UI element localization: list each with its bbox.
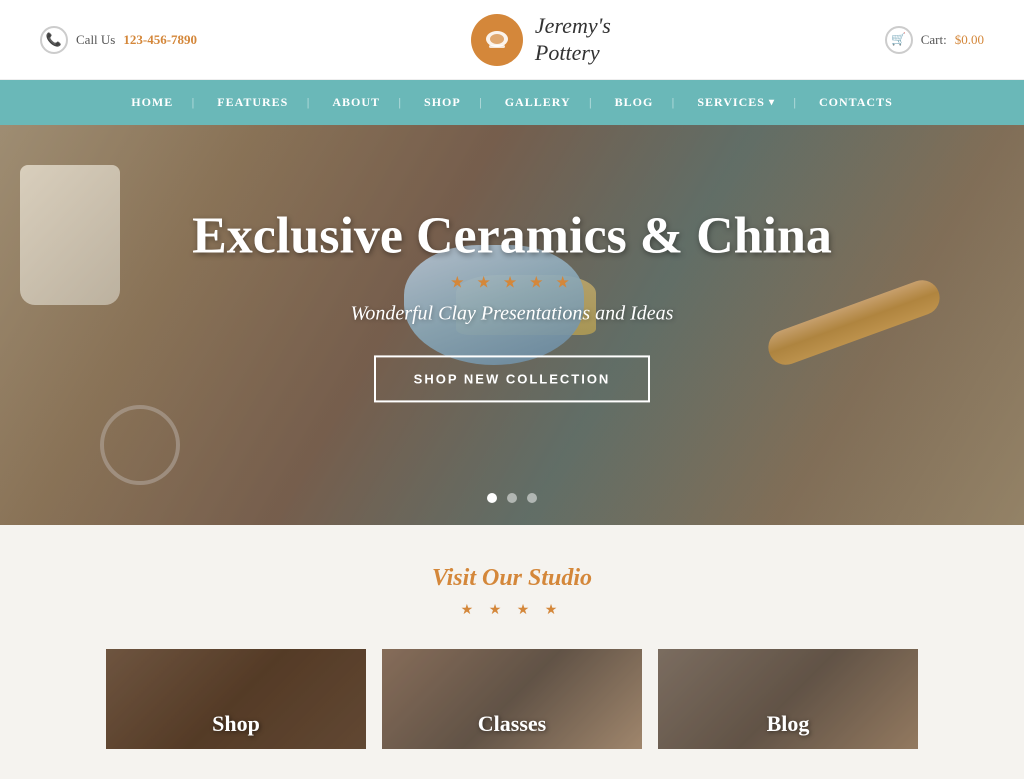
cart-icon: 🛒 xyxy=(885,26,913,54)
main-nav: HOME FEATURES ABOUT SHOP GALLERY BLOG SE… xyxy=(0,80,1024,125)
hero-subtitle: Wonderful Clay Presentations and Ideas xyxy=(187,303,837,326)
site-header: 📞 Call Us 123-456-7890 Jeremy's Pottery … xyxy=(0,0,1024,80)
nav-gallery[interactable]: GALLERY xyxy=(483,80,593,125)
hero-stars: ★ ★ ★ ★ ★ xyxy=(187,273,837,293)
hero-section: Exclusive Ceramics & China ★ ★ ★ ★ ★ Won… xyxy=(0,125,1024,525)
logo-icon xyxy=(471,14,523,66)
blog-card-label: Blog xyxy=(658,711,918,737)
studio-card-blog[interactable]: Blog xyxy=(658,649,918,749)
call-us-label: Call Us xyxy=(76,32,115,48)
nav-about[interactable]: ABOUT xyxy=(310,80,402,125)
chevron-down-icon: ▾ xyxy=(769,97,775,108)
carousel-dot-3[interactable] xyxy=(527,493,537,503)
nav-services[interactable]: SERVICES ▾ xyxy=(675,80,797,125)
phone-icon: 📞 xyxy=(40,26,68,54)
carousel-dot-2[interactable] xyxy=(507,493,517,503)
visit-stars: ★ ★ ★ ★ xyxy=(20,602,1004,619)
carousel-dot-1[interactable] xyxy=(487,493,497,503)
visit-title: Visit Our Studio xyxy=(20,565,1004,592)
nav-blog[interactable]: BLOG xyxy=(593,80,676,125)
nav-home[interactable]: HOME xyxy=(109,80,195,125)
hero-content: Exclusive Ceramics & China ★ ★ ★ ★ ★ Won… xyxy=(187,207,837,402)
cart-label: Cart: xyxy=(921,32,947,48)
nav-shop[interactable]: SHOP xyxy=(402,80,483,125)
phone-number[interactable]: 123-456-7890 xyxy=(123,32,197,48)
cart-amount: $0.00 xyxy=(955,32,984,48)
classes-card-label: Classes xyxy=(382,711,642,737)
hero-title: Exclusive Ceramics & China xyxy=(187,207,837,264)
nav-contacts[interactable]: CONTACTS xyxy=(797,80,915,125)
cart-section[interactable]: 🛒 Cart: $0.00 xyxy=(885,26,984,54)
shop-new-collection-button[interactable]: SHOP NEW COLLECTION xyxy=(374,356,651,403)
logo-text: Jeremy's Pottery xyxy=(535,13,611,66)
hero-carousel-dots xyxy=(487,493,537,503)
studio-card-shop[interactable]: Shop xyxy=(106,649,366,749)
logo-section[interactable]: Jeremy's Pottery xyxy=(471,13,611,66)
shop-card-label: Shop xyxy=(106,711,366,737)
phone-section: 📞 Call Us 123-456-7890 xyxy=(40,26,197,54)
studio-card-classes[interactable]: Classes xyxy=(382,649,642,749)
visit-studio-section: Visit Our Studio ★ ★ ★ ★ Shop Classes Bl… xyxy=(0,525,1024,779)
nav-features[interactable]: FEATURES xyxy=(195,80,310,125)
studio-cards-container: Shop Classes Blog xyxy=(20,649,1004,749)
